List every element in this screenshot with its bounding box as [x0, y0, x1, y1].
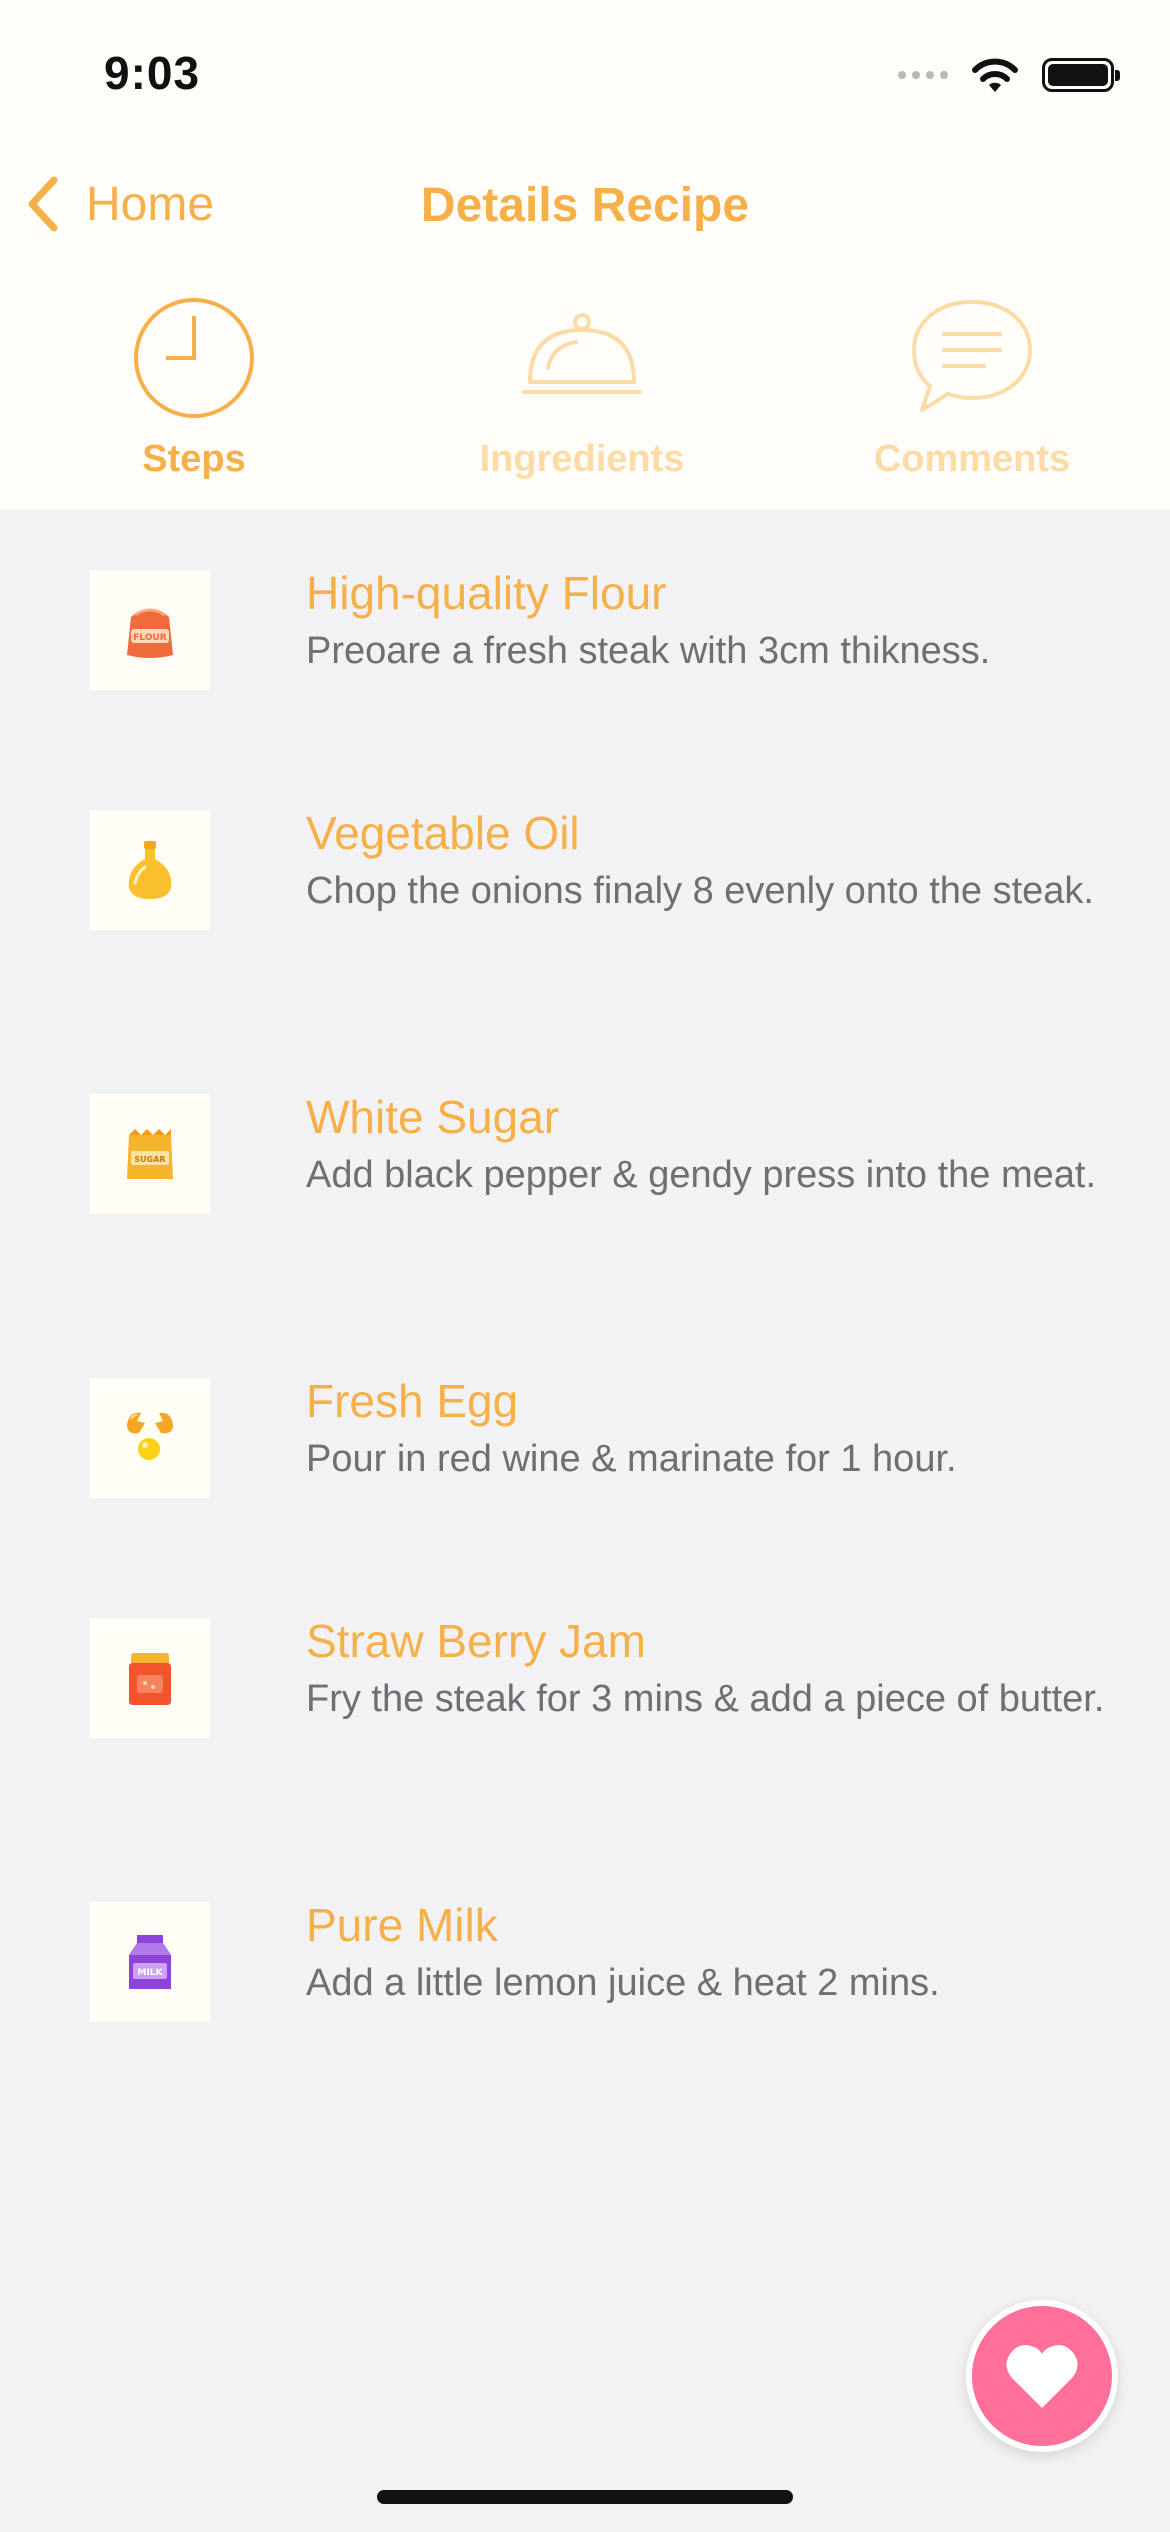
sugar-bag-icon: SUGAR — [90, 1094, 210, 1214]
battery-icon — [1042, 58, 1120, 92]
speech-bubble-icon — [912, 300, 1032, 412]
milk-label-text: MILK — [137, 1968, 163, 1978]
cracked-egg-icon — [90, 1378, 210, 1498]
recipe-details-screen: 9:03 Home Details Recipe Steps Ingredien… — [0, 0, 1170, 2532]
cloche-icon — [522, 313, 642, 394]
page-title: Details Recipe — [420, 179, 750, 232]
header-area: 9:03 Home Details Recipe Steps Ingredien… — [0, 0, 1170, 510]
status-time: 9:03 — [104, 47, 201, 99]
flour-bag-icon: FLOUR — [90, 570, 210, 690]
tab-ingredients-label: Ingredients — [479, 438, 685, 480]
sugar-label-text: SUGAR — [134, 1155, 165, 1164]
cellular-signal-icon — [898, 71, 948, 79]
step-title: Fresh Egg — [306, 1375, 519, 1427]
wifi-icon — [972, 58, 1018, 92]
step-description: Fry the steak for 3 mins & add a piece o… — [306, 1678, 1105, 1720]
tab-steps[interactable]: Steps — [44, 296, 344, 486]
step-title: White Sugar — [306, 1091, 560, 1143]
flour-label-text: FLOUR — [133, 633, 167, 643]
step-description: Add black pepper & gendy press into the … — [306, 1154, 1097, 1196]
home-indicator[interactable] — [377, 2490, 793, 2504]
tab-ingredients[interactable]: Ingredients — [432, 296, 732, 486]
step-description: Add a little lemon juice & heat 2 mins. — [306, 1962, 940, 2004]
milk-carton-icon: MILK — [90, 1902, 210, 2022]
status-icons — [898, 52, 1120, 98]
heart-icon — [1006, 2345, 1078, 2408]
tab-bar: Steps Ingredients Comments — [0, 296, 1170, 496]
oil-bottle-icon — [90, 810, 210, 930]
tab-steps-label: Steps — [142, 438, 246, 480]
step-title: Vegetable Oil — [306, 807, 580, 859]
step-title: Pure Milk — [306, 1899, 498, 1951]
step-description: Preoare a fresh steak with 3cm thikness. — [306, 630, 991, 672]
tab-comments-label: Comments — [873, 438, 1071, 480]
tab-comments[interactable]: Comments — [822, 296, 1122, 486]
favorite-button[interactable] — [966, 2300, 1118, 2452]
step-description: Pour in red wine & marinate for 1 hour. — [306, 1438, 957, 1480]
jam-jar-icon — [90, 1618, 210, 1738]
step-title: Straw Berry Jam — [306, 1615, 646, 1667]
step-title: High-quality Flour — [306, 567, 667, 619]
step-description: Chop the onions finaly 8 evenly onto the… — [306, 870, 1094, 912]
clock-icon — [134, 298, 254, 418]
